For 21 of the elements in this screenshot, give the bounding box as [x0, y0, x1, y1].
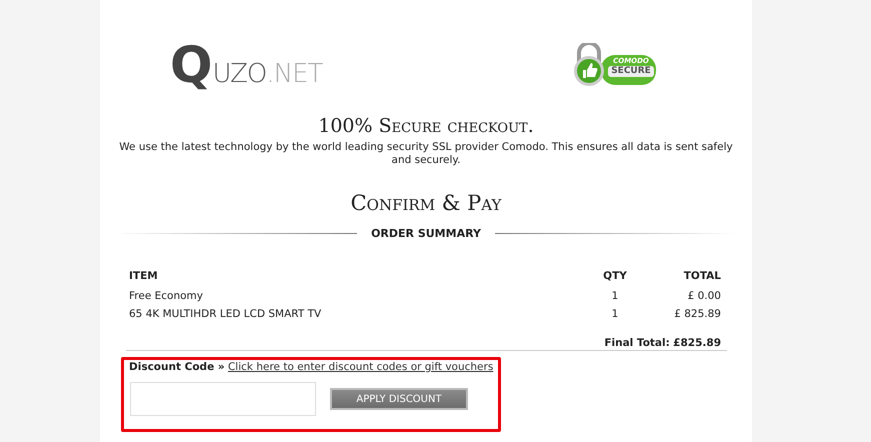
- page-title: Confirm & Pay: [350, 191, 502, 215]
- line-total: £ 0.00: [686, 289, 722, 304]
- column-header: QTY: [602, 269, 628, 284]
- section-title: ORDER SUMMARY: [371, 227, 481, 240]
- item-name: 65 4K MULTIHDR LED LCD SMART TV: [128, 307, 322, 322]
- quantity: 1: [610, 289, 620, 304]
- column-header: ITEM: [128, 269, 159, 284]
- final-total-label: Final Total:: [604, 337, 670, 349]
- item-name: Free Economy: [128, 289, 204, 304]
- final-total-value: £825.89: [673, 337, 721, 349]
- discount-link[interactable]: Click here to enter discount codes or gift vouchers: [228, 361, 494, 373]
- page-heading: 100% Secure checkout.: [317, 115, 535, 137]
- discount-code-field[interactable]: [130, 382, 316, 416]
- badge-label: SECURE: [608, 66, 654, 77]
- security-text: We use the latest technology by the world leading security SSL provider Comodo. This ensures all data is sent safely and securely.: [118, 141, 734, 167]
- column-header: TOTAL: [682, 269, 722, 284]
- discount-label: Discount Code »: [129, 361, 225, 373]
- site-logo: QUZO.NET: [170, 40, 322, 90]
- line-total: £ 825.89: [673, 307, 722, 322]
- quantity: 1: [610, 307, 620, 322]
- apply-discount-button[interactable]: APPLY DISCOUNT: [330, 388, 468, 410]
